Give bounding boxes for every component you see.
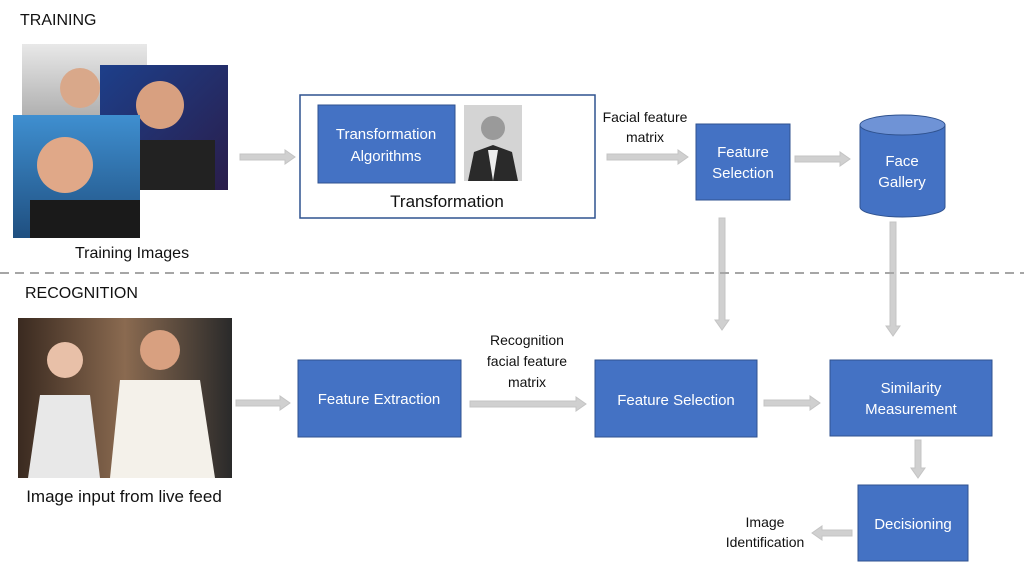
arrow-feature-selection-to-gallery [794,151,851,167]
arrow-photo-to-extraction [235,395,291,411]
training-images-label: Training Images [75,245,189,262]
face-recognition-diagram: TRAINING Training Images Transformation … [0,12,1024,562]
transformation-algorithms-box [317,104,456,184]
training-feature-selection-line2: Selection [712,165,774,182]
database-cylinder-body [859,124,946,218]
training-photo-2-face [136,81,184,129]
recognition-matrix-line3: matrix [508,374,546,390]
face-gallery-line1: Face [885,153,918,170]
live-feed-person-1-body [28,395,100,478]
face-gallery-line2: Gallery [878,174,926,191]
training-photo-3-face [37,137,93,193]
recognition-matrix-line1: Recognition [490,332,564,348]
live-feed-label: Image input from live feed [26,487,222,506]
arrow-transformation-to-feature-selection [606,149,689,165]
training-feature-selection-box [695,123,791,201]
arrow-gallery-down [885,221,901,337]
training-section-label: TRAINING [20,12,96,29]
arrow-selection-to-similarity [763,395,821,411]
transformation-algorithms-line1: Transformation [336,126,436,143]
decisioning-label: Decisioning [874,516,952,533]
recognition-matrix-line2: facial feature [487,353,567,369]
transformation-label: Transformation [390,192,504,211]
database-cylinder-top [859,114,946,136]
grayscale-photo [464,105,522,181]
similarity-measurement-box [829,359,993,437]
live-feed-person-2-body [110,380,215,478]
live-feed-photo [18,318,232,478]
training-photo-1-face [60,68,100,108]
facial-feature-matrix-line2: matrix [626,129,664,145]
facial-feature-matrix-line1: Facial feature [603,109,688,125]
arrow-extraction-to-selection [469,396,587,412]
live-feed-person-2-face [140,330,180,370]
recognition-section-label: RECOGNITION [25,285,138,302]
similarity-line1: Similarity [881,380,942,397]
arrow-similarity-to-decisioning [910,439,926,479]
grayscale-photo-face [481,116,505,140]
training-feature-selection-line1: Feature [717,144,769,161]
image-identification-line1: Image [746,514,785,530]
training-images [13,44,228,238]
similarity-line2: Measurement [865,401,958,418]
transformation-algorithms-line2: Algorithms [351,148,422,165]
image-identification-line2: Identification [726,534,805,550]
arrow-images-to-transformation [239,149,296,165]
live-feed-person-1-face [47,342,83,378]
feature-extraction-label: Feature Extraction [318,391,441,408]
recognition-feature-selection-label: Feature Selection [617,392,735,409]
training-photo-3-body [30,200,140,238]
arrow-decisioning-to-identification [811,525,853,541]
